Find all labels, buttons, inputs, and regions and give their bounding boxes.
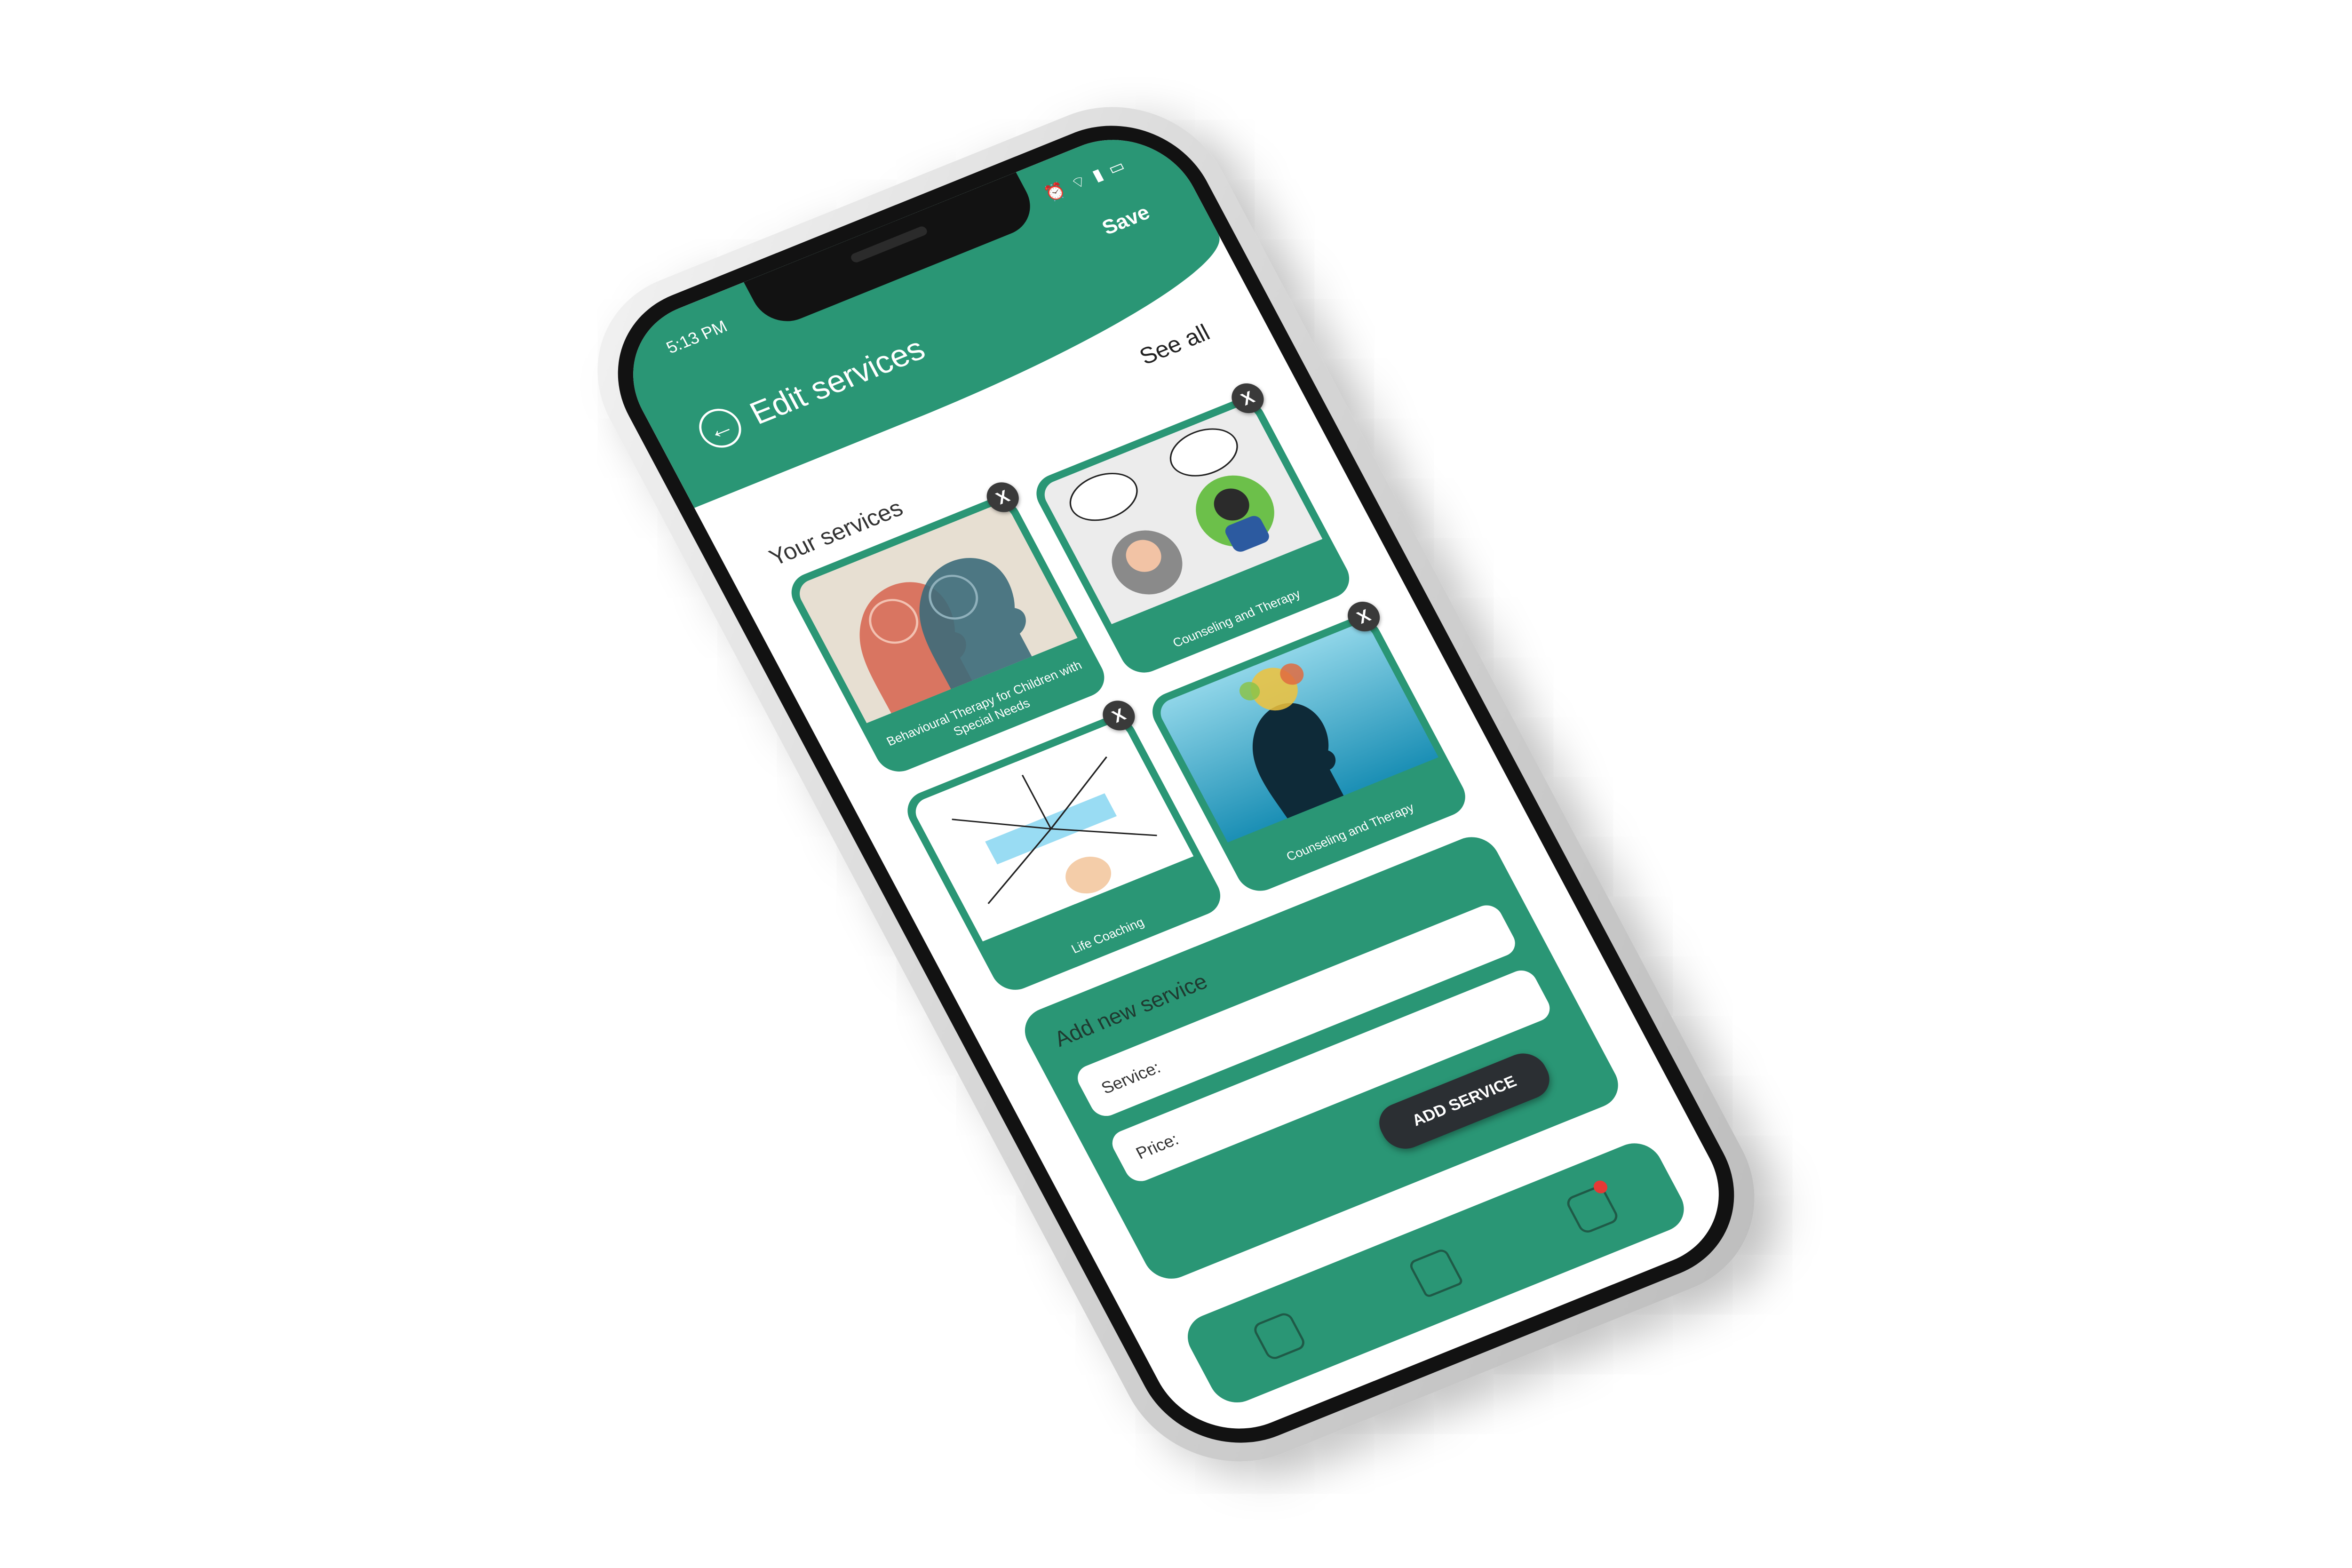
title-row: ← Edit services	[691, 328, 932, 454]
home-icon[interactable]	[1407, 1247, 1464, 1298]
status-icons: ⏰ ⌔ ▮ ▭	[1041, 155, 1128, 205]
wifi-icon: ⌔	[1067, 171, 1090, 193]
signal-icon: ▮	[1089, 165, 1106, 184]
see-all-link[interactable]: See all	[1135, 318, 1214, 369]
life-coach-illustration	[910, 719, 1194, 941]
notification-dot	[1591, 1178, 1610, 1195]
service-thumbnail	[1039, 402, 1323, 624]
counseling-illustration	[1039, 402, 1323, 624]
save-button[interactable]: Save	[1098, 200, 1154, 239]
status-time: 5:13 PM	[663, 316, 731, 357]
page-title: Edit services	[744, 330, 931, 431]
service-field-label: Service:	[1098, 1057, 1164, 1098]
phone-mockup: 5:13 PM ⏰ ⌔ ▮ ▭ Save ← Edit services See…	[558, 74, 1794, 1494]
stage: 5:13 PM ⏰ ⌔ ▮ ▭ Save ← Edit services See…	[0, 0, 2352, 1568]
calendar-icon[interactable]	[1251, 1310, 1308, 1361]
price-field-label: Price:	[1132, 1129, 1182, 1162]
phone-screen: 5:13 PM ⏰ ⌔ ▮ ▭ Save ← Edit services See…	[604, 115, 1748, 1453]
battery-icon: ▭	[1104, 156, 1128, 178]
messages-icon[interactable]	[1564, 1178, 1621, 1235]
service-thumbnail	[910, 719, 1194, 941]
alarm-icon: ⏰	[1041, 180, 1069, 204]
back-arrow-icon[interactable]: ←	[691, 402, 748, 454]
